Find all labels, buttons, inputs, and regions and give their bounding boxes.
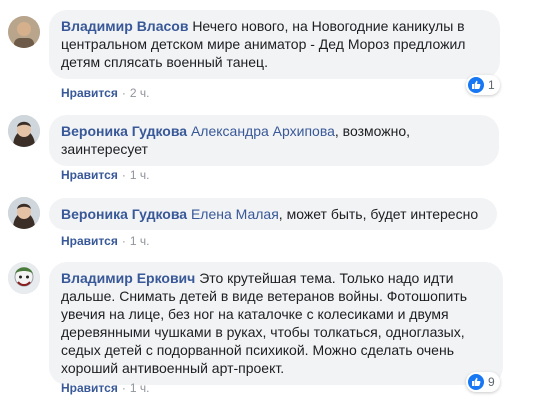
separator-dot: ·	[121, 86, 126, 100]
reaction-number: 1	[488, 78, 495, 92]
comment-actions: Нравится · 1 ч.	[61, 168, 149, 182]
comment-bubble: Вероника Гудкова Александра Архипова, во…	[49, 115, 499, 166]
comment-time[interactable]: 2 ч.	[130, 86, 150, 100]
mention-link[interactable]: Елена Малая	[191, 206, 279, 222]
comment-author[interactable]: Владимир Власов	[61, 18, 188, 34]
comment-text: , может быть, будет интересно	[278, 206, 479, 222]
reaction-count[interactable]: 1	[466, 75, 500, 95]
comment-author[interactable]: Владимир Еркович	[61, 270, 195, 286]
comment-time[interactable]: 1 ч.	[130, 234, 150, 248]
comment-bubble: Владимир Власов Нечего нового, на Нового…	[49, 10, 500, 79]
like-link[interactable]: Нравится	[61, 234, 118, 248]
comment-author[interactable]: Вероника Гудкова	[61, 206, 187, 222]
separator-dot: ·	[121, 234, 126, 248]
avatar[interactable]	[8, 115, 40, 147]
separator-dot: ·	[121, 168, 126, 182]
reaction-count[interactable]: 9	[466, 372, 500, 392]
like-link[interactable]: Нравится	[61, 86, 118, 100]
comment-bubble: Владимир Еркович Это крутейшая тема. Тол…	[49, 262, 503, 385]
avatar[interactable]	[8, 16, 40, 48]
avatar[interactable]	[8, 262, 40, 294]
comment-time[interactable]: 1 ч.	[130, 381, 150, 395]
separator-dot: ·	[121, 381, 126, 395]
like-link[interactable]: Нравится	[61, 381, 118, 395]
comment-bubble: Вероника Гудкова Елена Малая, может быть…	[49, 198, 497, 230]
comment-author[interactable]: Вероника Гудкова	[61, 123, 187, 139]
comment-time[interactable]: 1 ч.	[130, 168, 150, 182]
mention-link[interactable]: Александра Архипова	[191, 123, 335, 139]
like-thumb-icon	[468, 77, 484, 93]
comment-actions: Нравится · 1 ч.	[61, 381, 149, 395]
comment-actions: Нравится · 1 ч.	[61, 234, 149, 248]
comment-actions: Нравится · 2 ч.	[61, 86, 149, 100]
like-link[interactable]: Нравится	[61, 168, 118, 182]
reaction-number: 9	[488, 375, 495, 389]
avatar[interactable]	[8, 197, 40, 229]
like-thumb-icon	[468, 374, 484, 390]
